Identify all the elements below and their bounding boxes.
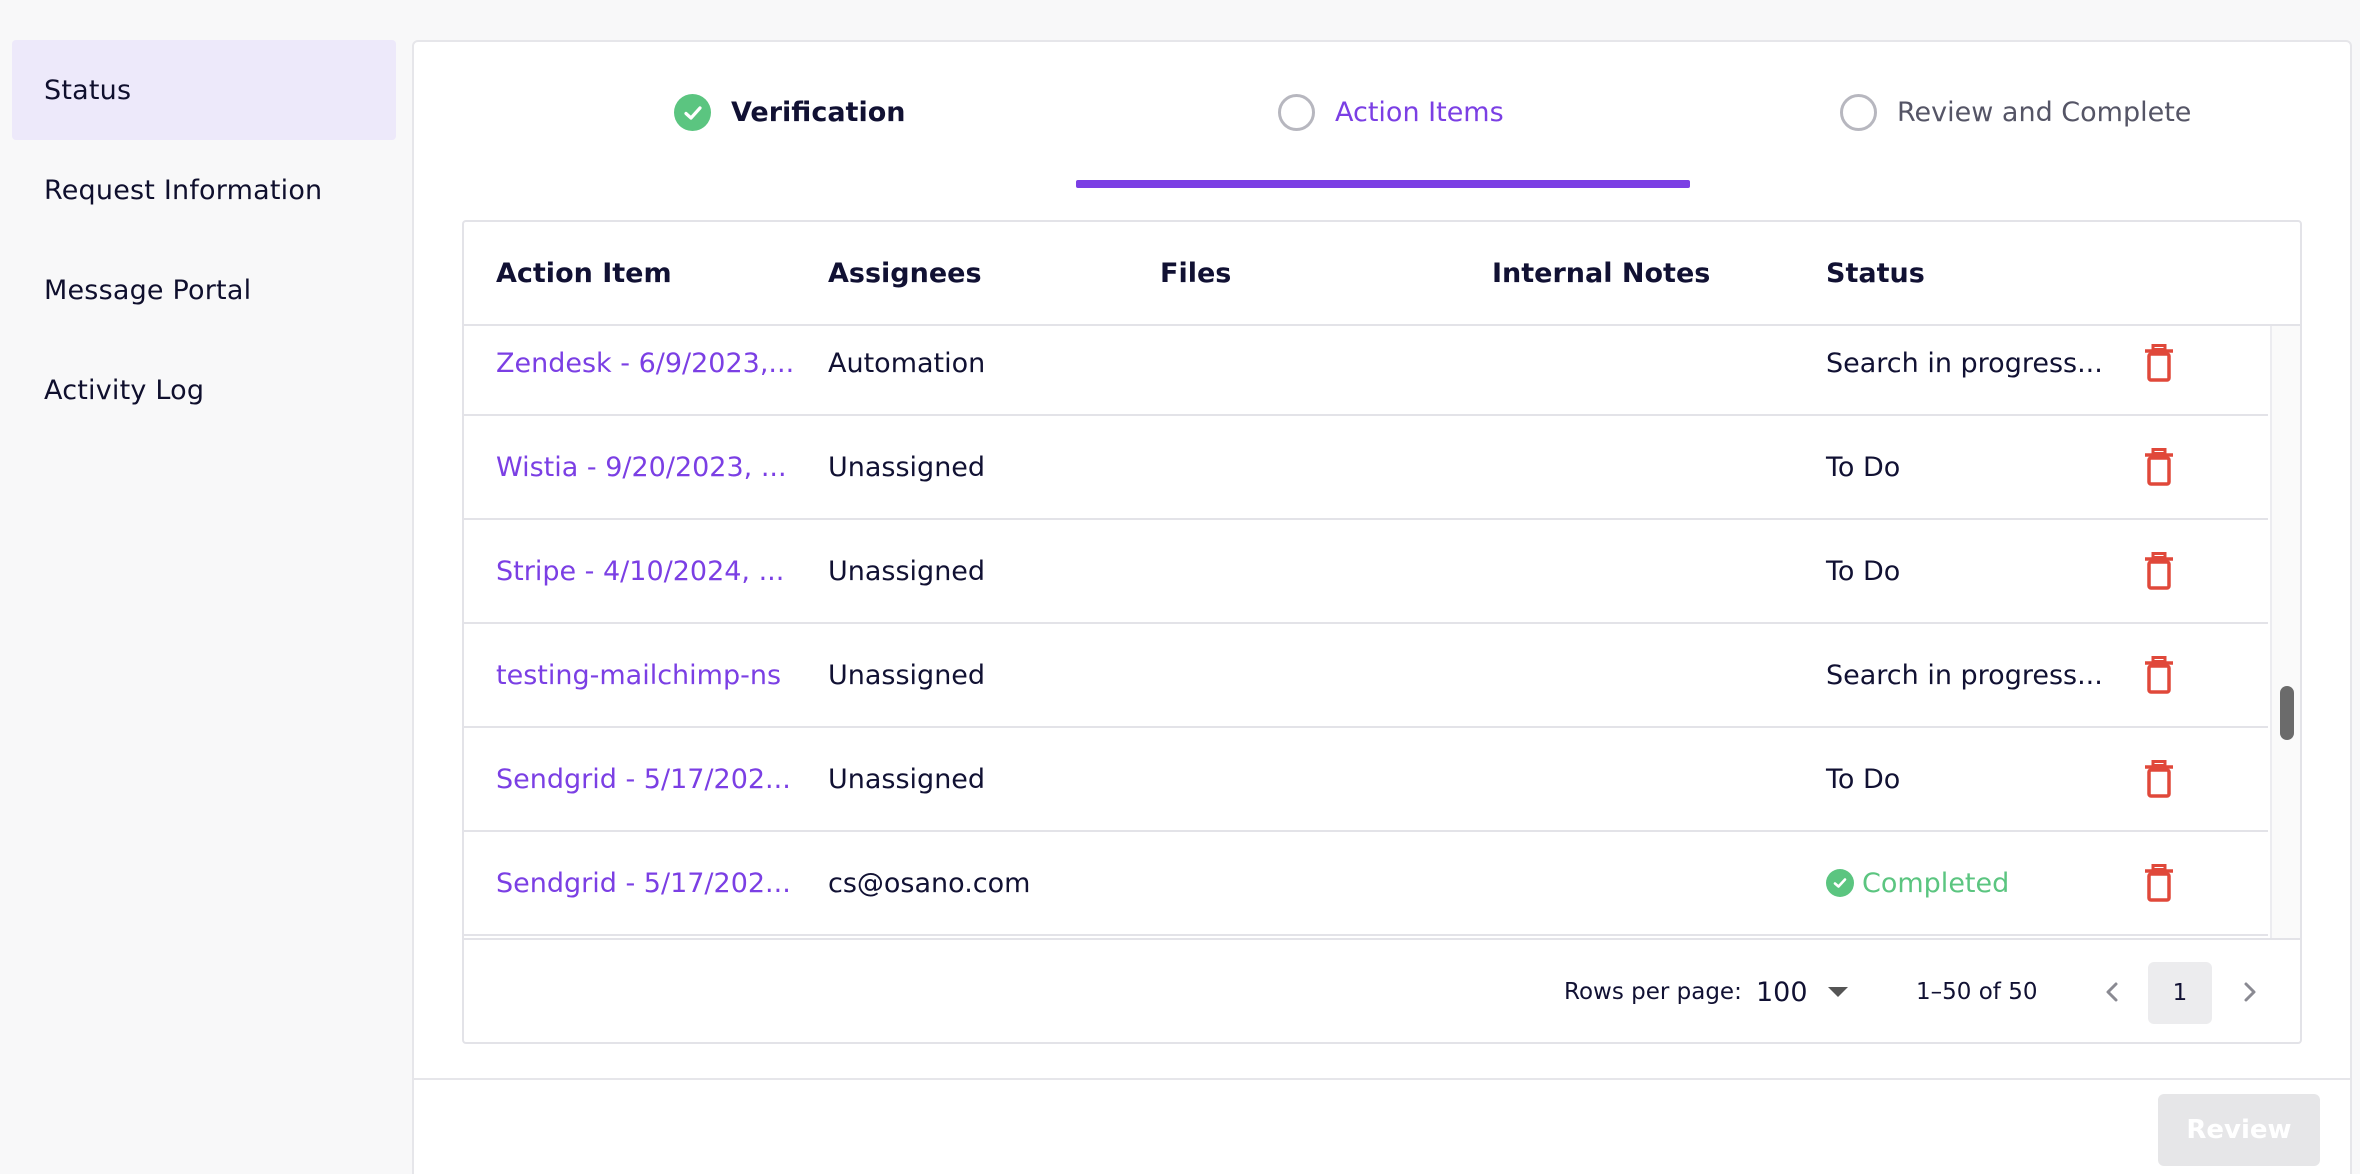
action-item-link[interactable]: Zendesk - 6/9/2023,... (496, 326, 794, 414)
circle-outline-icon (1278, 94, 1315, 131)
step-verification[interactable]: Verification (674, 94, 905, 131)
step-review-and-complete[interactable]: Review and Complete (1840, 94, 2191, 131)
action-item-link[interactable]: Stripe - 4/10/2024, ... (496, 520, 784, 622)
trash-icon[interactable] (2144, 728, 2174, 830)
step-label: Review and Complete (1897, 97, 2192, 128)
sidebar-item-request-information[interactable]: Request Information (12, 140, 396, 240)
table-row: Sendgrid - 5/17/202... Unassigned To Do (464, 728, 2268, 832)
action-item-link[interactable]: Sendgrid - 5/17/202... (496, 728, 791, 830)
check-circle-icon (674, 94, 711, 131)
assignee-cell: Automation (828, 347, 986, 379)
footer-divider (414, 1078, 2350, 1080)
sidebar-item-label: Message Portal (44, 274, 252, 306)
status-cell: Search in progress... (1826, 659, 2103, 691)
table-header: Action Item Assignees Files Internal Not… (464, 222, 2300, 326)
chevron-right-icon[interactable] (2232, 974, 2268, 1010)
column-header-internal-notes: Internal Notes (1492, 257, 1711, 289)
status-cell: To Do (1826, 763, 1901, 795)
table-row: Wistia - 9/20/2023, ... Unassigned To Do (464, 416, 2268, 520)
table-pagination: Rows per page: 100 1–50 of 50 1 (464, 938, 2300, 1042)
action-item-link[interactable]: Sendgrid - 5/17/202... (496, 832, 791, 934)
active-step-indicator (1076, 180, 1690, 188)
assignee-cell: Unassigned (828, 451, 986, 483)
status-cell: To Do (1826, 555, 1901, 587)
action-items-table: Action Item Assignees Files Internal Not… (462, 220, 2302, 1044)
trash-icon[interactable] (2144, 832, 2174, 934)
sidebar-item-message-portal[interactable]: Message Portal (12, 240, 396, 340)
assignee-cell: Unassigned (828, 555, 986, 587)
trash-icon[interactable] (2144, 624, 2174, 726)
main-card: Verification Action Items Review and Com… (412, 40, 2352, 1174)
action-item-link[interactable]: testing-mailchimp-ns (496, 624, 781, 726)
rows-per-page-value: 100 (1756, 976, 1808, 1008)
sidebar-item-label: Request Information (44, 174, 323, 206)
column-header-status: Status (1826, 257, 1925, 289)
step-action-items[interactable]: Action Items (1278, 94, 1504, 131)
table-body: Zendesk - 6/9/2023,... Automation Search… (464, 326, 2268, 940)
sidebar-item-label: Status (44, 74, 132, 106)
circle-outline-icon (1840, 94, 1877, 131)
page-button-current[interactable]: 1 (2148, 962, 2212, 1024)
status-cell: To Do (1826, 451, 1901, 483)
table-scrollbar[interactable] (2270, 326, 2300, 940)
trash-icon[interactable] (2144, 416, 2174, 518)
stepper: Verification Action Items Review and Com… (414, 42, 2354, 192)
column-header-files: Files (1160, 257, 1232, 289)
column-header-assignees: Assignees (828, 257, 982, 289)
pagination-range: 1–50 of 50 (1916, 979, 2038, 1005)
table-row: Zendesk - 6/9/2023,... Automation Search… (464, 326, 2268, 416)
trash-icon[interactable] (2144, 326, 2174, 414)
table-row: Sendgrid - 5/17/202... cs@osano.com Comp… (464, 832, 2268, 936)
status-badge: Completed (1862, 867, 2010, 899)
sidebar-item-label: Activity Log (44, 374, 205, 406)
check-circle-icon (1826, 869, 1854, 897)
caret-down-icon (1827, 987, 1848, 997)
column-header-action-item: Action Item (496, 257, 672, 289)
assignee-cell: Unassigned (828, 659, 986, 691)
table-row: testing-mailchimp-ns Unassigned Search i… (464, 624, 2268, 728)
action-item-link[interactable]: Wistia - 9/20/2023, ... (496, 416, 787, 518)
assignee-cell: Unassigned (828, 763, 986, 795)
scrollbar-thumb[interactable] (2280, 686, 2294, 740)
review-button[interactable]: Review (2158, 1094, 2320, 1166)
sidebar-item-status[interactable]: Status (12, 40, 396, 140)
rows-per-page-select[interactable]: 100 (1756, 940, 1848, 1042)
status-cell: Search in progress... (1826, 347, 2103, 379)
status-cell-completed: Completed (1826, 832, 2009, 934)
table-row: Stripe - 4/10/2024, ... Unassigned To Do (464, 520, 2268, 624)
assignee-cell: cs@osano.com (828, 867, 1031, 899)
sidebar-item-activity-log[interactable]: Activity Log (12, 340, 396, 440)
step-label: Verification (731, 97, 906, 128)
step-label: Action Items (1335, 97, 1504, 128)
trash-icon[interactable] (2144, 520, 2174, 622)
chevron-left-icon[interactable] (2094, 974, 2130, 1010)
rows-per-page-label: Rows per page: (1564, 979, 1742, 1005)
sidebar: Status Request Information Message Porta… (12, 40, 396, 440)
